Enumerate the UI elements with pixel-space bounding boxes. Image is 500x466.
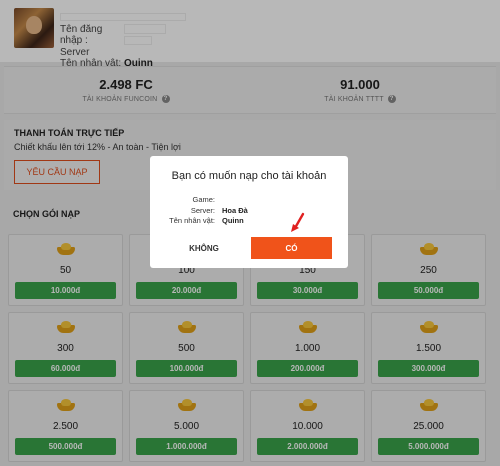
red-arrow-icon — [291, 212, 305, 232]
no-button[interactable]: KHÔNG — [172, 237, 236, 259]
dialog-game-row: Game: — [162, 195, 248, 206]
dialog-character-value: Quinn — [222, 216, 244, 225]
dialog-server-row: Server: Hoa Đà — [162, 206, 248, 217]
dialog-info: Game: Server: Hoa Đà Tên nhân vật: Quinn — [162, 195, 248, 227]
dialog-title: Bạn có muốn nạp cho tài khoản — [171, 170, 327, 182]
confirm-dialog: Bạn có muốn nạp cho tài khoản Game: Serv… — [150, 156, 348, 268]
dialog-character-row: Tên nhân vật: Quinn — [162, 216, 248, 227]
dialog-character-label: Tên nhân vật: — [169, 216, 215, 225]
yes-button[interactable]: CÓ — [251, 237, 332, 259]
dialog-game-label: Game: — [192, 195, 215, 204]
dialog-server-value: Hoa Đà — [222, 205, 248, 215]
dialog-server-label: Server: — [190, 205, 215, 215]
